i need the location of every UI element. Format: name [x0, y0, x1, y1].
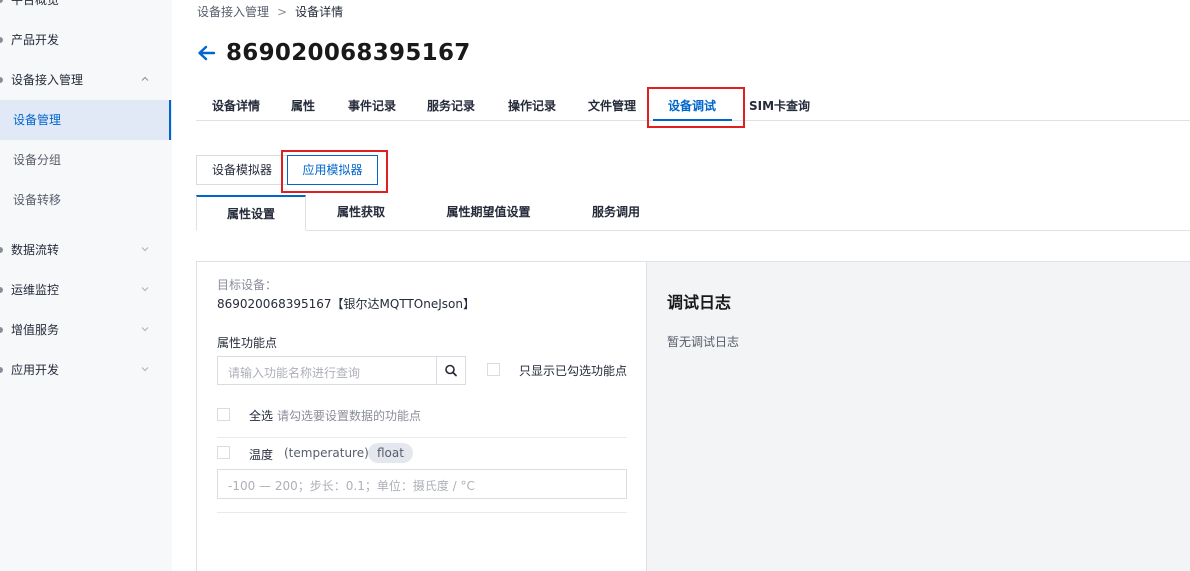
- sidebar-item-value-added[interactable]: 增值服务: [0, 310, 172, 350]
- data-type-badge: float: [368, 443, 413, 463]
- breadcrumb-separator: >: [277, 5, 288, 19]
- tab-event-records[interactable]: 事件记录: [348, 97, 396, 114]
- tab-properties[interactable]: 属性: [291, 97, 315, 114]
- sidebar-item-overview[interactable]: 平台概览: [0, 0, 172, 20]
- show-selected-checkbox[interactable]: [487, 363, 500, 376]
- sidebar-item-device-management[interactable]: 设备管理: [0, 100, 172, 140]
- bullet-icon: [0, 0, 3, 3]
- property-identifier: (temperature): [284, 446, 369, 460]
- sidebar-item-label: 产品开发: [11, 33, 60, 47]
- chevron-down-icon: [141, 367, 149, 372]
- target-device-label: 目标设备：: [217, 278, 278, 292]
- tab-property-get[interactable]: 属性获取: [306, 195, 416, 231]
- bullet-icon: [0, 37, 3, 43]
- sidebar-item-device-access[interactable]: 设备接入管理: [0, 60, 172, 100]
- property-tabs: 属性设置 属性获取 属性期望值设置 服务调用: [196, 195, 1190, 231]
- highlight-box: [281, 150, 388, 193]
- show-selected-label: 只显示已勾选功能点: [519, 364, 628, 378]
- sidebar-item-label: 运维监控: [11, 283, 60, 297]
- temperature-checkbox[interactable]: [217, 446, 230, 459]
- sidebar-item-product-dev[interactable]: 产品开发: [0, 20, 172, 60]
- tab-sim-query[interactable]: SIM卡查询: [749, 97, 810, 114]
- divider: [217, 437, 627, 438]
- debug-log-empty: 暂无调试日志: [667, 335, 740, 349]
- sidebar: 平台概览 产品开发 设备接入管理 设备管理 设备分组 设备转移 数据流转 运维监…: [0, 0, 172, 571]
- sidebar-item-ops-monitor[interactable]: 运维监控: [0, 270, 172, 310]
- target-device-value: 869020068395167【银尔达MQTTOneJson】: [217, 297, 475, 311]
- property-name: 温度: [249, 448, 274, 462]
- chevron-down-icon: [141, 287, 149, 292]
- bullet-icon: [0, 287, 3, 293]
- search-icon: [445, 364, 457, 377]
- sidebar-item-device-group[interactable]: 设备分组: [0, 140, 172, 180]
- sidebar-item-label: 应用开发: [11, 363, 60, 377]
- sidebar-item-label: 平台概览: [11, 0, 60, 7]
- feature-points-label: 属性功能点: [217, 336, 278, 350]
- tab-service-records[interactable]: 服务记录: [427, 97, 475, 114]
- tab-service-call[interactable]: 服务调用: [561, 195, 671, 231]
- breadcrumb-parent[interactable]: 设备接入管理: [197, 5, 269, 19]
- temperature-value-input[interactable]: -100 — 200；步长：0.1；单位：摄氏度 / °C: [217, 469, 627, 499]
- tab-property-set[interactable]: 属性设置: [196, 195, 306, 231]
- sidebar-item-device-transfer[interactable]: 设备转移: [0, 180, 172, 220]
- chevron-down-icon: [141, 327, 149, 332]
- sidebar-item-label: 设备接入管理: [11, 73, 84, 87]
- sidebar-item-label: 设备分组: [13, 153, 62, 167]
- back-arrow-icon[interactable]: [196, 43, 216, 63]
- breadcrumb-current: 设备详情: [295, 5, 344, 19]
- divider: [217, 512, 627, 513]
- select-all-label: 全选: [249, 409, 274, 423]
- breadcrumb: 设备接入管理 > 设备详情: [197, 3, 343, 20]
- tab-operation-records[interactable]: 操作记录: [508, 97, 556, 114]
- select-all-hint: 请勾选要设置数据的功能点: [277, 409, 422, 423]
- tab-property-desired[interactable]: 属性期望值设置: [416, 195, 561, 231]
- tab-device-simulator[interactable]: 设备模拟器: [196, 155, 288, 185]
- sidebar-item-label: 设备转移: [13, 193, 62, 207]
- page-title: 869020068395167: [226, 40, 471, 66]
- chevron-up-icon: [141, 76, 149, 81]
- tab-device-details[interactable]: 设备详情: [212, 97, 260, 114]
- search-button[interactable]: [436, 356, 466, 385]
- bullet-icon: [0, 367, 3, 373]
- bullet-icon: [0, 327, 3, 333]
- highlight-box: [647, 87, 745, 128]
- sidebar-item-label: 增值服务: [11, 323, 60, 337]
- chevron-down-icon: [141, 247, 149, 252]
- sidebar-item-app-dev[interactable]: 应用开发: [0, 350, 172, 390]
- tab-file-management[interactable]: 文件管理: [588, 97, 636, 114]
- sidebar-item-label: 数据流转: [11, 243, 60, 257]
- sidebar-item-data-flow[interactable]: 数据流转: [0, 230, 172, 270]
- bullet-icon: [0, 247, 3, 253]
- debug-log-title: 调试日志: [667, 293, 732, 312]
- select-all-checkbox[interactable]: [217, 408, 230, 421]
- feature-search-input[interactable]: 请输入功能名称进行查询: [217, 356, 437, 385]
- sidebar-item-label: 设备管理: [13, 113, 62, 127]
- bullet-icon: [0, 77, 3, 83]
